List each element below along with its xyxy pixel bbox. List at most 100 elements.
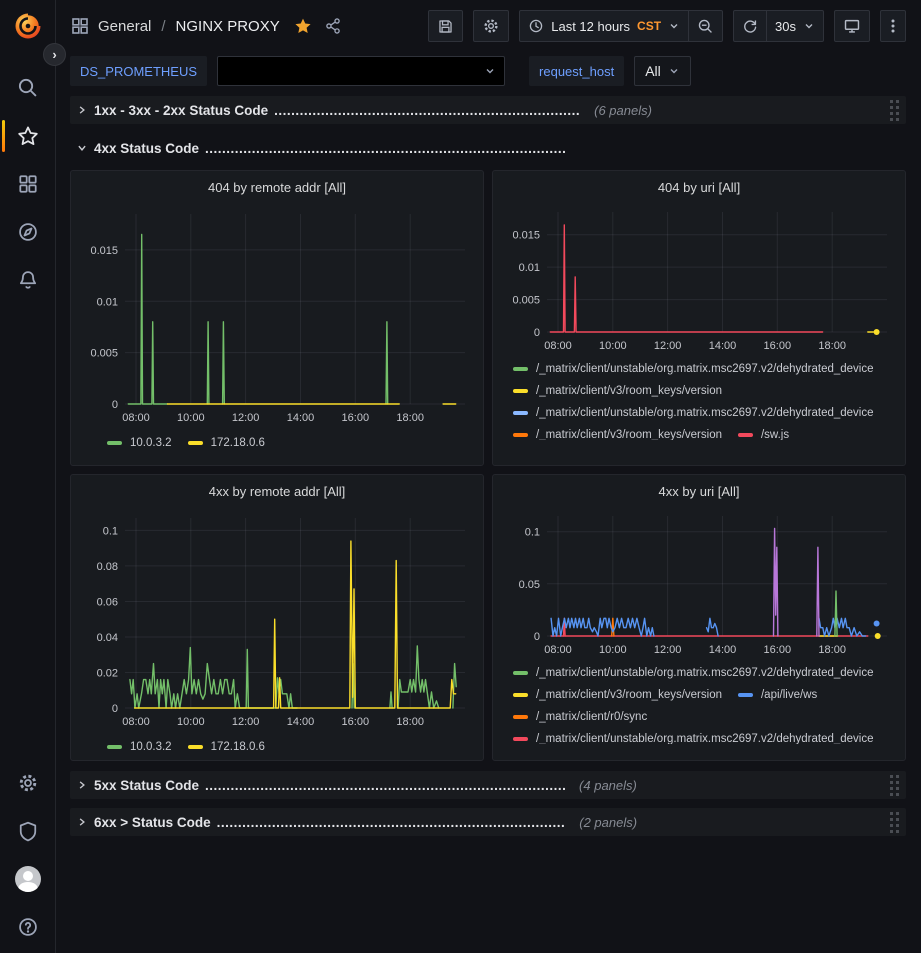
legend-label: /_matrix/client/unstable/org.matrix.msc2…	[536, 407, 874, 419]
request-host-variable-label[interactable]: request_host	[529, 56, 624, 86]
panel-404-by-uri: 404 by uri [All] 00.0050.010.01508:0010:…	[492, 170, 906, 466]
svg-text:0.1: 0.1	[525, 527, 540, 539]
timeseries-chart-4xx-by-uri[interactable]: 00.050.108:0010:0012:0014:0016:0018:00	[501, 508, 893, 660]
legend-item[interactable]: /_matrix/client/v3/room_keys/version	[513, 426, 722, 440]
panel-title[interactable]: 4xx by remote addr [All]	[79, 480, 475, 504]
share-icon[interactable]	[324, 17, 342, 35]
legend-label: /_matrix/client/r0/sync	[536, 711, 647, 723]
sidebar-item-dashboards[interactable]	[0, 160, 55, 208]
time-range-label: Last 12 hours	[551, 19, 630, 34]
legend-item[interactable]: /_matrix/client/r0/sync	[513, 708, 647, 726]
dashboard-settings-button[interactable]	[473, 10, 509, 42]
legend-swatch	[513, 715, 528, 719]
chevron-right-icon	[76, 780, 88, 790]
sidebar-item-alerting[interactable]	[0, 256, 55, 304]
datasource-variable-select[interactable]	[217, 56, 505, 86]
timeseries-chart-4xx-by-remote-addr[interactable]: 00.020.040.060.080.108:0010:0012:0014:00…	[79, 508, 471, 732]
legend-item[interactable]: /_matrix/client/v3/room_keys/version	[513, 686, 722, 704]
svg-text:0.015: 0.015	[90, 245, 118, 257]
legend-item[interactable]: 172.18.0.6	[188, 434, 265, 452]
toolbar-actions: Last 12 hours CST	[428, 10, 906, 42]
zoom-out-time-button[interactable]	[689, 10, 723, 42]
breadcrumb-separator: /	[161, 18, 165, 35]
svg-text:0: 0	[534, 327, 540, 339]
legend-item[interactable]: /sw.js	[738, 426, 789, 440]
sidebar-item-server-admin[interactable]	[0, 807, 55, 855]
legend-label: /_matrix/client/v3/room_keys/version	[536, 385, 722, 397]
row-title-dots: ........................................…	[205, 141, 565, 156]
sidebar-item-configuration[interactable]	[0, 759, 55, 807]
legend-swatch	[107, 441, 122, 445]
sidebar: ›	[0, 0, 56, 953]
save-dashboard-button[interactable]	[428, 10, 463, 42]
svg-text:0.1: 0.1	[103, 525, 118, 537]
svg-text:12:00: 12:00	[232, 412, 260, 424]
breadcrumb-section[interactable]: General	[98, 18, 151, 35]
timeseries-chart-404-by-uri[interactable]: 00.0050.010.01508:0010:0012:0014:0016:00…	[501, 204, 893, 356]
search-icon	[17, 77, 39, 99]
panel-404-by-remote-addr: 404 by remote addr [All] 00.0050.010.015…	[70, 170, 484, 466]
favorite-star-icon[interactable]	[294, 17, 312, 35]
datasource-variable-label[interactable]: DS_PROMETHEUS	[70, 56, 207, 86]
sidebar-item-starred[interactable]	[0, 112, 55, 160]
grafana-logo[interactable]	[0, 0, 55, 52]
sidebar-item-help[interactable]	[0, 903, 55, 951]
row-1xx-3xx-2xx-status-code[interactable]: 1xx - 3xx - 2xx Status Code ............…	[70, 96, 906, 124]
legend-label: /_matrix/client/v3/room_keys/version	[536, 689, 722, 701]
legend-swatch	[188, 441, 203, 445]
dashboard-topbar: General / NGINX PROXY	[56, 0, 921, 52]
drag-handle-icon[interactable]	[887, 772, 902, 798]
legend-swatch	[513, 671, 528, 675]
panel-title[interactable]: 404 by remote addr [All]	[79, 176, 475, 200]
legend-item[interactable]: /_matrix/client/unstable/org.matrix.msc2…	[513, 360, 874, 378]
legend-item[interactable]: /_matrix/client/unstable/org.matrix.msc2…	[513, 730, 874, 744]
refresh-interval-picker[interactable]: 30s	[767, 10, 824, 42]
sidebar-item-search[interactable]	[0, 64, 55, 112]
svg-text:0.08: 0.08	[97, 561, 118, 573]
legend-item[interactable]: /_matrix/client/unstable/org.matrix.msc2…	[513, 664, 874, 682]
tv-mode-button[interactable]	[834, 10, 870, 42]
row-title-dots: ........................................…	[205, 778, 565, 793]
sidebar-item-profile[interactable]	[0, 855, 55, 903]
drag-handle-icon[interactable]	[887, 97, 902, 123]
row-6xx-status-code[interactable]: 6xx > Status Code ......................…	[70, 808, 906, 836]
legend-item[interactable]: /_matrix/client/v3/room_keys/version	[513, 382, 722, 400]
time-range-picker[interactable]: Last 12 hours CST	[519, 10, 689, 42]
legend-item[interactable]: 10.0.3.2	[107, 434, 172, 452]
star-icon	[17, 125, 39, 147]
svg-text:08:00: 08:00	[544, 340, 572, 352]
legend-swatch	[513, 737, 528, 741]
legend-swatch	[738, 433, 753, 437]
panel-title[interactable]: 4xx by uri [All]	[501, 480, 897, 504]
svg-text:0: 0	[112, 399, 118, 411]
legend-item[interactable]: 172.18.0.6	[188, 738, 265, 756]
row-4xx-status-code[interactable]: 4xx Status Code ........................…	[70, 134, 906, 162]
svg-text:0.06: 0.06	[97, 597, 118, 609]
panel-title[interactable]: 404 by uri [All]	[501, 176, 897, 200]
legend-label: 172.18.0.6	[211, 741, 265, 753]
help-icon	[17, 916, 39, 938]
user-avatar	[15, 866, 41, 892]
legend-swatch	[513, 433, 528, 437]
dashboard-title: NGINX PROXY	[176, 18, 280, 35]
legend-swatch	[513, 411, 528, 415]
svg-text:0.04: 0.04	[97, 632, 118, 644]
refresh-button[interactable]	[733, 10, 767, 42]
legend-item[interactable]: /_matrix/client/unstable/org.matrix.msc2…	[513, 404, 874, 422]
timeseries-chart-404-by-remote-addr[interactable]: 00.0050.010.01508:0010:0012:0014:0016:00…	[79, 204, 471, 428]
drag-handle-icon[interactable]	[887, 809, 902, 835]
sidebar-item-explore[interactable]	[0, 208, 55, 256]
legend-item[interactable]: 10.0.3.2	[107, 738, 172, 756]
row-5xx-status-code[interactable]: 5xx Status Code ........................…	[70, 771, 906, 799]
shield-icon	[17, 820, 39, 842]
legend-swatch	[107, 745, 122, 749]
svg-text:16:00: 16:00	[764, 644, 792, 656]
kebab-menu-button[interactable]	[880, 10, 906, 42]
sidebar-expand-button[interactable]: ›	[43, 43, 66, 66]
chart-legend: /_matrix/client/unstable/org.matrix.msc2…	[513, 360, 897, 440]
svg-text:0: 0	[534, 631, 540, 643]
legend-item[interactable]: /api/live/ws	[738, 686, 817, 704]
chevron-down-icon	[668, 20, 680, 32]
row-panel-count: (4 panels)	[579, 778, 637, 793]
request-host-variable-select[interactable]: All	[634, 56, 691, 86]
